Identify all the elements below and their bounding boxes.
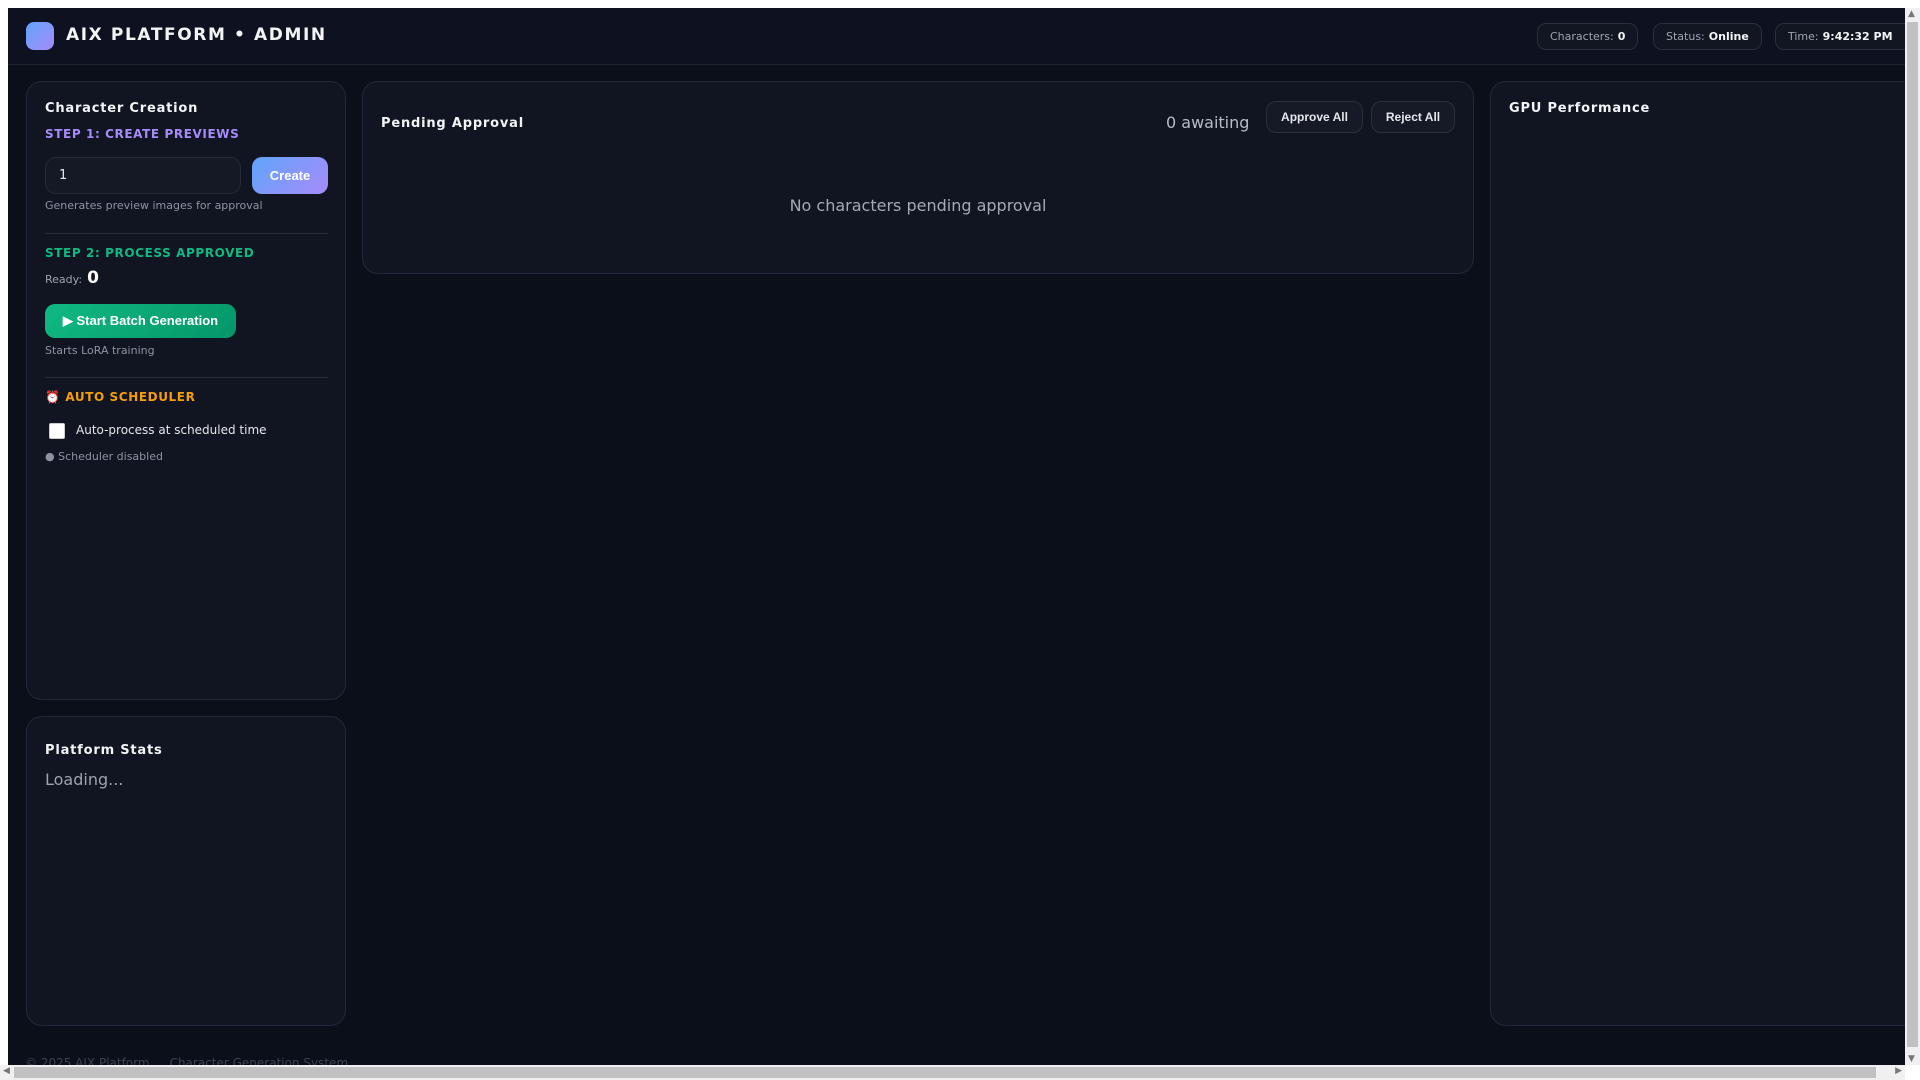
approve-all-button[interactable]: Approve All [1266,101,1363,133]
stats-loading: Loading... [45,770,124,789]
app-title: AIX PLATFORM • ADMIN [66,25,327,45]
gpu-performance-panel: GPU Performance [1490,81,1905,1026]
panel-title: Platform Stats [45,743,163,758]
ready-count: Ready: 0 [45,268,99,288]
alarm-clock-icon: ⏰ [45,390,61,404]
ready-label: Ready: [45,273,83,286]
scrollbar-thumb[interactable] [14,1067,1876,1078]
step1-help: Generates preview images for approval [45,199,263,212]
auto-process-label[interactable]: Auto-process at scheduled time [76,423,267,437]
stat-label: Status: [1666,30,1705,43]
start-batch-generation-button[interactable]: ▶ Start Batch Generation [45,304,236,338]
footer: © 2025 AIX Platform Character Generation … [25,1056,348,1065]
app-window: AIX PLATFORM • ADMIN Characters: 0 Status… [8,8,1905,1065]
reject-all-button[interactable]: Reject All [1371,101,1455,133]
stat-label: Characters: [1550,30,1614,43]
status-stat: Status: Online [1653,23,1762,50]
panel-title: Pending Approval [381,116,524,131]
scheduler-label: AUTO SCHEDULER [65,390,196,404]
empty-state-message: No characters pending approval [789,196,1047,215]
vertical-scrollbar[interactable]: ▲ ▼ [1905,8,1920,1065]
ready-value: 0 [87,268,99,288]
step2-help: Starts LoRA training [45,344,155,357]
characters-stat: Characters: 0 [1537,23,1639,50]
preview-count-input[interactable] [45,157,241,194]
character-creation-panel: Character Creation STEP 1: CREATE PREVIE… [26,81,346,700]
header: AIX PLATFORM • ADMIN Characters: 0 Status… [8,8,1905,65]
divider [45,233,328,234]
scrollbar-thumb[interactable] [1907,22,1918,1047]
stat-label: Time: [1788,30,1819,43]
pending-approval-panel: Pending Approval 0 awaiting Approve All … [362,81,1474,274]
stat-value: 0 [1617,30,1626,43]
horizontal-scrollbar[interactable]: ◀ ▶ [0,1065,1905,1080]
stat-value: Online [1708,30,1749,43]
divider [45,377,328,378]
auto-process-checkbox[interactable] [49,423,65,439]
step2-label: STEP 2: PROCESS APPROVED [45,246,255,260]
footer-copyright: © 2025 AIX Platform [25,1056,150,1065]
stat-value: 9:42:32 PM [1822,30,1893,43]
step1-label: STEP 1: CREATE PREVIEWS [45,127,240,141]
create-button[interactable]: Create [252,157,328,194]
scheduler-status: ● Scheduler disabled [45,450,163,463]
footer-tagline: Character Generation System [169,1056,349,1065]
awaiting-count: 0 awaiting [1166,113,1250,132]
platform-stats-panel: Platform Stats Loading... [26,716,346,1026]
time-stat: Time: 9:42:32 PM [1775,23,1905,50]
panel-title: Character Creation [45,101,199,116]
panel-title: GPU Performance [1509,101,1651,116]
auto-scheduler-heading: ⏰ AUTO SCHEDULER [45,390,195,404]
logo-icon [26,22,54,50]
